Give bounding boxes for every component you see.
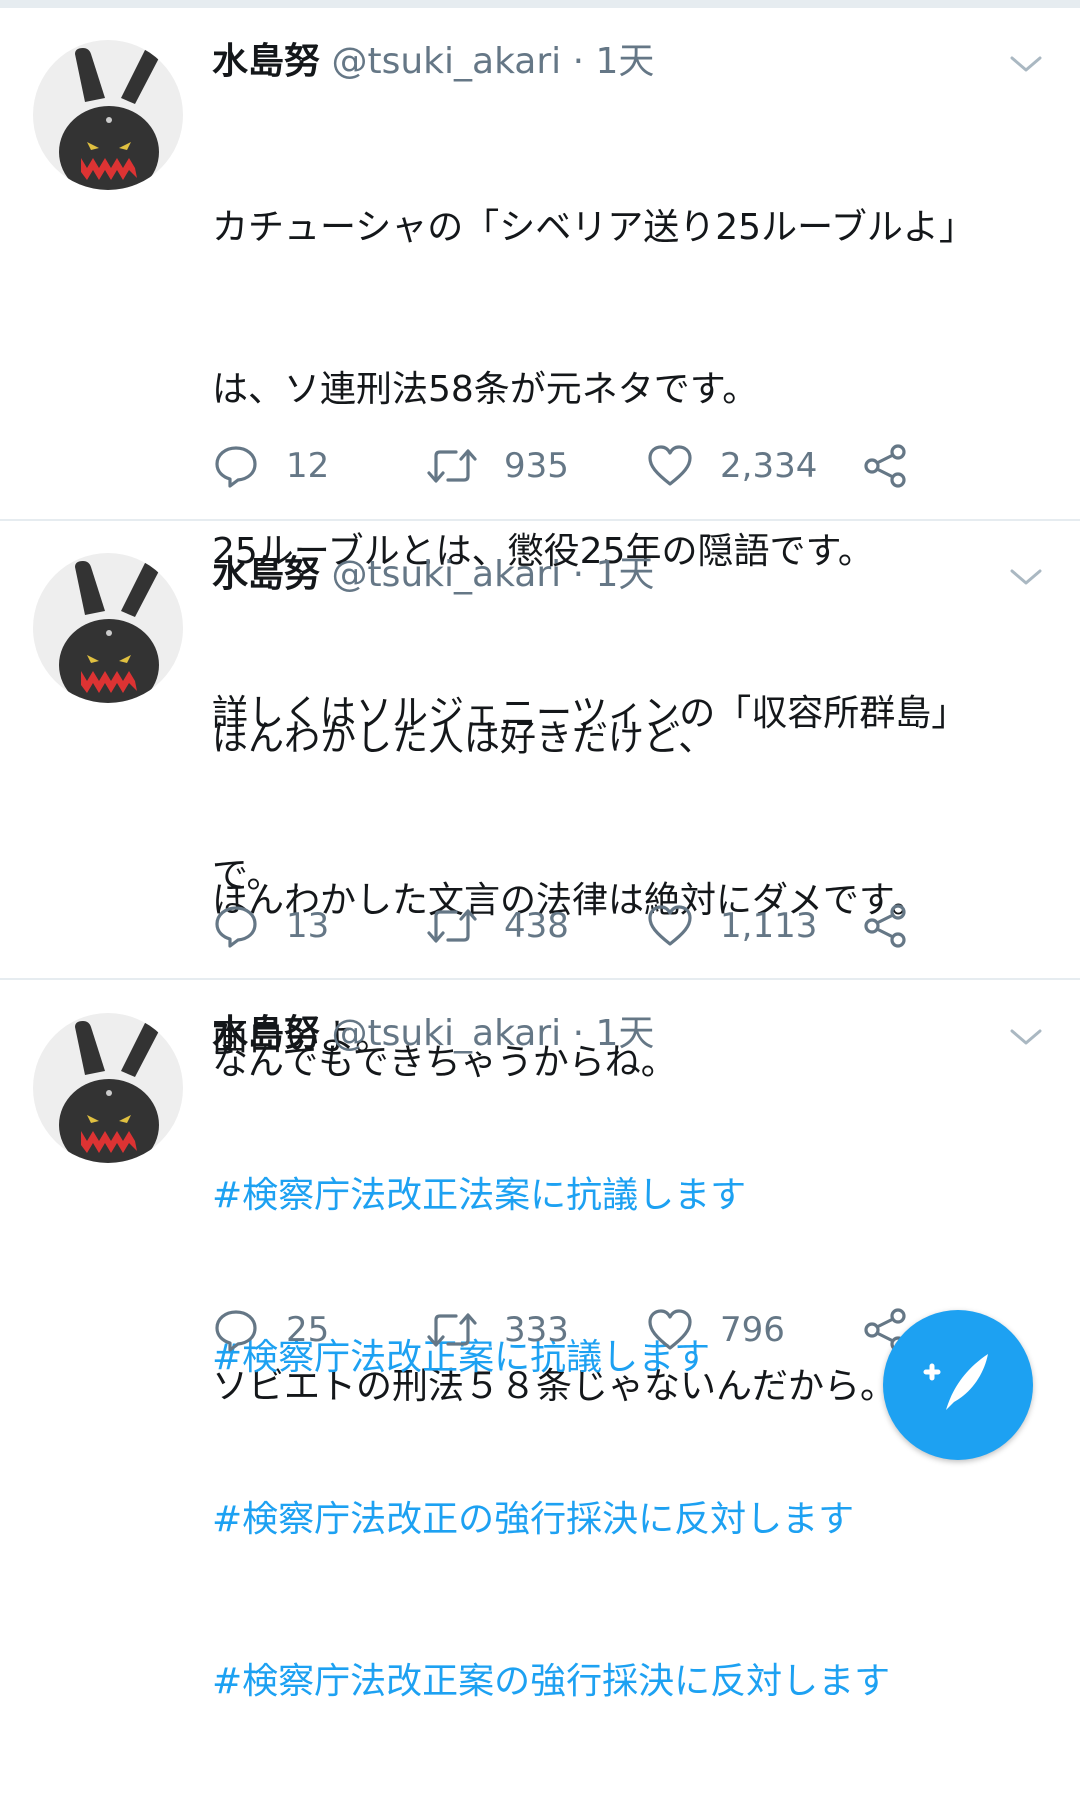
- reply-icon: [215, 1310, 257, 1352]
- retweet-button[interactable]: 333: [426, 1305, 569, 1355]
- chevron-down-icon[interactable]: [1008, 52, 1044, 76]
- retweet-button[interactable]: 438: [426, 901, 569, 951]
- header-separator: ·: [572, 1013, 585, 1054]
- heart-icon: [648, 445, 692, 486]
- tweet-actions: 13 438 1,113: [212, 901, 932, 951]
- hashtag-link[interactable]: #検察庁法改正案の強行採決に反対します: [212, 1655, 1052, 1709]
- retweet-button[interactable]: 935: [426, 441, 569, 491]
- rabbit-avatar-icon: [59, 558, 161, 703]
- hashtag-link[interactable]: #検察庁法改正の強行採決に反対します: [212, 1493, 1052, 1547]
- tweet-actions: 12 935 2,334: [212, 441, 932, 491]
- tweet-time[interactable]: 1天: [596, 554, 655, 595]
- tweet-text-line: は、ソ連刑法58条が元ネタです。: [212, 369, 759, 410]
- heart-icon: [648, 1309, 692, 1350]
- avatar[interactable]: [33, 1013, 183, 1163]
- retweet-count: 333: [504, 1310, 569, 1350]
- tweet-actions: 25 333 796: [212, 1305, 932, 1355]
- share-icon: [864, 904, 906, 948]
- like-count: 2,334: [720, 446, 818, 486]
- retweet-count: 438: [504, 906, 569, 946]
- retweet-icon: [427, 909, 477, 943]
- author-handle[interactable]: @tsuki_akari: [331, 1013, 561, 1054]
- tweet-text-line: カチューシャの「シベリア送り25ルーブルよ」: [212, 207, 975, 248]
- header-separator: ·: [572, 554, 585, 595]
- tweet-text-line: ほんわかした人は好きだけど、: [212, 718, 715, 759]
- author-handle[interactable]: @tsuki_akari: [331, 41, 561, 82]
- tweet-header: 水島努 @tsuki_akari · 1天: [212, 550, 654, 600]
- compose-tweet-icon: [923, 1354, 988, 1410]
- tweet[interactable]: 水島努 @tsuki_akari · 1天 カチューシャの「シベリア送り25ルー…: [0, 0, 1080, 1058]
- reply-icon: [215, 446, 257, 488]
- avatar[interactable]: [33, 40, 183, 190]
- tweet-time[interactable]: 1天: [596, 41, 655, 82]
- reply-count: 25: [286, 1310, 330, 1350]
- reply-button[interactable]: 12: [212, 441, 329, 491]
- hashtag-link[interactable]: #検察庁法改正法案に抗議します: [212, 1169, 1052, 1223]
- author-handle[interactable]: @tsuki_akari: [331, 554, 561, 595]
- chevron-down-icon[interactable]: [1008, 1025, 1044, 1049]
- reply-count: 13: [286, 906, 330, 946]
- author-name[interactable]: 水島努: [212, 1013, 320, 1054]
- retweet-icon: [427, 449, 477, 483]
- rabbit-avatar-icon: [59, 1018, 161, 1163]
- chevron-down-icon[interactable]: [1008, 565, 1044, 589]
- like-button[interactable]: 796: [646, 1305, 785, 1355]
- like-button[interactable]: 1,113: [646, 901, 817, 951]
- like-button[interactable]: 2,334: [646, 441, 817, 491]
- tweet[interactable]: 水島努 @tsuki_akari · 1天 ほんわかした人は好きだけど、 ほんわ…: [0, 520, 1080, 1407]
- author-name[interactable]: 水島努: [212, 41, 320, 82]
- like-count: 796: [720, 1310, 785, 1350]
- reply-count: 12: [286, 446, 330, 486]
- retweet-icon: [427, 1313, 477, 1347]
- rabbit-avatar-icon: [59, 45, 161, 190]
- reply-button[interactable]: 25: [212, 1305, 329, 1355]
- compose-tweet-button[interactable]: [883, 1310, 1033, 1460]
- avatar[interactable]: [33, 553, 183, 703]
- share-button[interactable]: [862, 441, 910, 491]
- reply-icon: [215, 906, 257, 948]
- reply-button[interactable]: 13: [212, 901, 329, 951]
- tweet-header: 水島努 @tsuki_akari · 1天: [212, 37, 654, 87]
- heart-icon: [648, 905, 692, 946]
- retweet-count: 935: [504, 446, 569, 486]
- tweet-time[interactable]: 1天: [596, 1013, 655, 1054]
- author-name[interactable]: 水島努: [212, 554, 320, 595]
- tweet-header: 水島努 @tsuki_akari · 1天: [212, 1009, 654, 1059]
- header-separator: ·: [572, 41, 585, 82]
- like-count: 1,113: [720, 906, 818, 946]
- tweet[interactable]: 水島努 @tsuki_akari · 1天 #検察庁法改正法案に抗議します #検…: [0, 980, 1080, 1702]
- share-icon: [864, 444, 906, 488]
- share-button[interactable]: [862, 901, 910, 951]
